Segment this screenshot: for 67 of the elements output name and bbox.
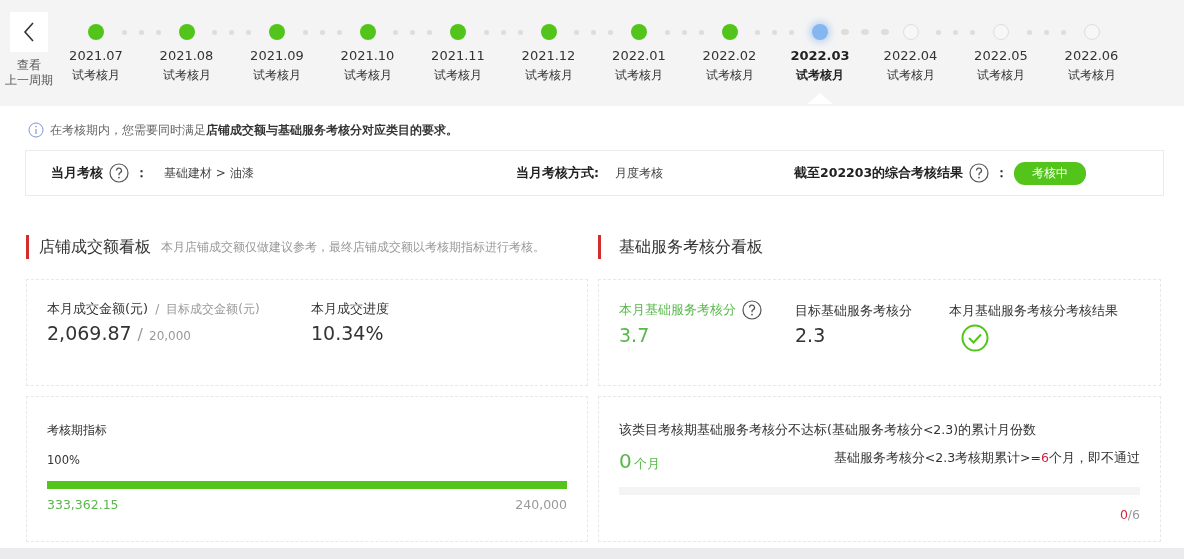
step-label[interactable]: 试考核月 <box>141 67 232 84</box>
metric-value: 10.34% <box>311 322 385 344</box>
step-date[interactable]: 2022.04 <box>865 48 956 63</box>
chevron-left-icon <box>23 21 35 43</box>
notice-text: 在考核期内，您需要同时满足店铺成交额与基础服务考核分对应类目的要求。 <box>50 122 458 138</box>
section-marker <box>26 235 29 259</box>
category-path: 基础建材 > 油漆 <box>164 164 254 182</box>
actual-amount: 333,362.15 <box>47 497 119 512</box>
colon: ： <box>135 164 148 182</box>
step-label[interactable]: 试考核月 <box>503 67 594 84</box>
step-date[interactable]: 2022.05 <box>956 48 1046 63</box>
help-icon[interactable] <box>969 163 990 183</box>
step-label[interactable]: 试考核月 <box>51 67 141 84</box>
month-count: 0 <box>619 449 632 473</box>
info-icon <box>28 122 44 138</box>
metric-value: 20,000 <box>149 329 191 343</box>
slash: / <box>137 325 143 344</box>
section-title: 店铺成交额看板 <box>39 236 151 258</box>
section-title: 基础服务考核分看板 <box>619 236 763 258</box>
section-note: 本月店铺成交额仅做建议参考，最终店铺成交额以考核期指标进行考核。 <box>161 239 545 255</box>
back-button[interactable] <box>10 12 48 52</box>
failure-title: 该类目考核期基础服务考核分不达标(基础服务考核分<2.3)的累计月份数 <box>619 422 1038 439</box>
metric-label: 本月基础服务考核分考核结果 <box>949 302 1118 320</box>
step-label[interactable]: 试考核月 <box>232 67 322 84</box>
step-date[interactable]: 2022.01 <box>594 48 684 63</box>
step-date[interactable]: 2021.11 <box>413 48 503 63</box>
target-amount: 240,000 <box>515 497 567 512</box>
metric-value: 2.3 <box>795 324 827 346</box>
slash: / <box>155 302 160 316</box>
colon: ： <box>995 164 1009 182</box>
period-label: 考核期指标 <box>47 422 108 439</box>
metric-label: 目标成交金额(元) <box>166 301 260 318</box>
field-value: 月度考核 <box>615 164 663 182</box>
step-label[interactable]: 试考核月 <box>1046 67 1137 84</box>
rule-text: 基础服务考核分<2.3考核期累计>=6个月，即不通过 <box>833 450 1140 467</box>
failure-ratio: 0/6 <box>1119 507 1140 522</box>
step-label[interactable]: 试考核月 <box>594 67 684 84</box>
help-icon[interactable] <box>742 300 762 320</box>
step-label[interactable]: 试考核月 <box>775 67 865 84</box>
period-percent: 100% <box>47 453 81 467</box>
step-label[interactable]: 试考核月 <box>413 67 503 84</box>
month-unit: 个月 <box>633 455 660 473</box>
step-label[interactable]: 试考核月 <box>322 67 413 84</box>
metric-label: 本月基础服务考核分 <box>619 301 736 319</box>
help-icon[interactable] <box>109 163 129 183</box>
metric-label: 本月成交金额(元) <box>47 300 149 318</box>
field-label: 当月考核方式: <box>516 164 599 182</box>
step-date[interactable]: 2022.02 <box>684 48 775 63</box>
step-label[interactable]: 试考核月 <box>865 67 956 84</box>
step-label[interactable]: 试考核月 <box>684 67 775 84</box>
status-badge: 考核中 <box>1014 161 1087 185</box>
step-date[interactable]: 2021.08 <box>141 48 232 63</box>
metric-label: 本月成交进度 <box>311 300 389 318</box>
step-label[interactable]: 试考核月 <box>956 67 1046 84</box>
step-date[interactable]: 2021.10 <box>322 48 413 63</box>
step-date[interactable]: 2021.09 <box>232 48 322 63</box>
step-date[interactable]: 2022.06 <box>1046 48 1137 63</box>
section-marker <box>598 235 601 259</box>
field-label: 当月考核 <box>51 164 103 182</box>
step-date[interactable]: 2021.07 <box>51 48 141 63</box>
metric-value: 3.7 <box>619 324 651 346</box>
step-date[interactable]: 2021.12 <box>503 48 594 63</box>
field-label: 截至202203的综合考核结果 <box>794 164 964 182</box>
previous-period-link[interactable]: 查看 上一周期 <box>5 58 53 88</box>
metric-value: 2,069.87 <box>47 322 132 344</box>
step-date[interactable]: 2022.03 <box>775 48 865 63</box>
metric-label: 目标基础服务考核分 <box>795 302 913 320</box>
